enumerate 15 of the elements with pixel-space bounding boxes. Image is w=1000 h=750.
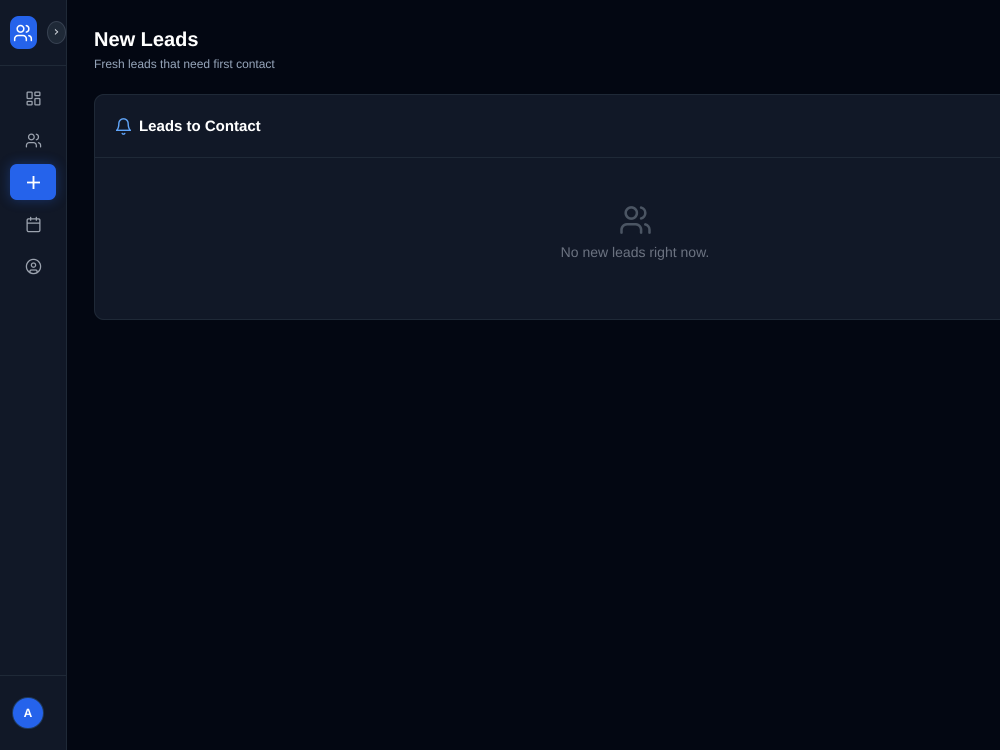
user-circle-icon: [24, 258, 42, 274]
people-icon: [620, 206, 650, 234]
bell-icon: [116, 118, 131, 134]
plus-icon: [26, 176, 40, 188]
grid-icon: [24, 90, 42, 106]
card-title: Leads to Contact: [139, 118, 261, 134]
logo-icon[interactable]: [10, 16, 37, 49]
nav-add-button[interactable]: [10, 164, 56, 200]
people-icon: [24, 132, 42, 148]
page-subtitle: Fresh leads that need first contact: [94, 56, 276, 72]
expand-button[interactable]: ›: [46, 21, 66, 44]
empty-state-message: No new leads right now.: [560, 244, 710, 260]
calendar-icon: [24, 216, 42, 232]
user-avatar[interactable]: A: [12, 697, 44, 729]
page-title: New Leads: [94, 28, 200, 52]
